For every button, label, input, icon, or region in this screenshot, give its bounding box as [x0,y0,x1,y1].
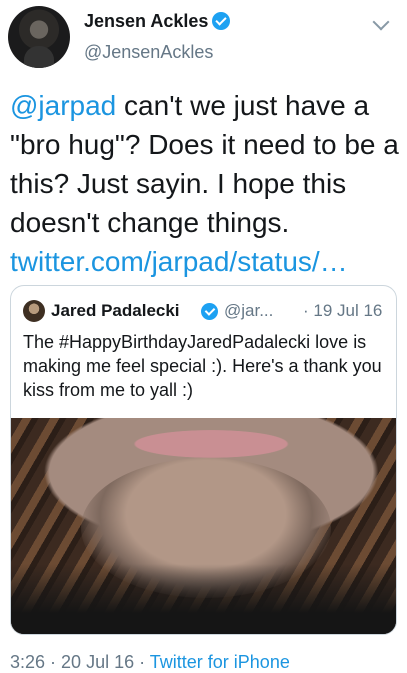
status-link[interactable]: twitter.com/jarpad/status/… [10,246,348,277]
tweet-text: @jarpad can't we just have a "bro hug"? … [10,86,402,281]
author-name-row[interactable]: Jensen Ackles [84,11,231,32]
tweet-source-link[interactable]: Twitter for iPhone [150,652,290,672]
quoted-author-handle: @jar... [224,301,274,320]
tweet-meta: 3:26 · 20 Jul 16 · Twitter for iPhone [10,652,290,673]
quoted-author-avatar [23,300,45,322]
tweet-header: Jensen Ackles @JensenAckles [0,0,407,80]
author-avatar[interactable] [8,6,70,68]
meta-separator: · [134,652,150,672]
meta-separator: · [45,652,62,672]
quoted-tweet-photo[interactable] [11,418,396,634]
tweet-time: 3:26 [10,652,46,672]
quoted-tweet-card[interactable]: Jared Padalecki @jar... · 19 Jul 16 The … [10,285,397,635]
chevron-down-icon[interactable] [372,13,390,31]
author-name[interactable]: Jensen Ackles [84,11,208,31]
quoted-tweet-date: · 19 Jul 16 [303,301,383,320]
quoted-tweet-header: Jared Padalecki @jar... · 19 Jul 16 [23,298,383,326]
verified-badge-icon [201,303,218,320]
author-handle[interactable]: @JensenAckles [84,42,213,63]
mention-link[interactable]: @jarpad [10,90,116,121]
tweet-date: 20 Jul 16 [61,652,135,672]
quoted-author-name: Jared Padalecki [51,301,180,320]
quoted-tweet-text: The #HappyBirthdayJaredPadalecki love is… [23,332,382,400]
verified-badge-icon [212,12,231,30]
